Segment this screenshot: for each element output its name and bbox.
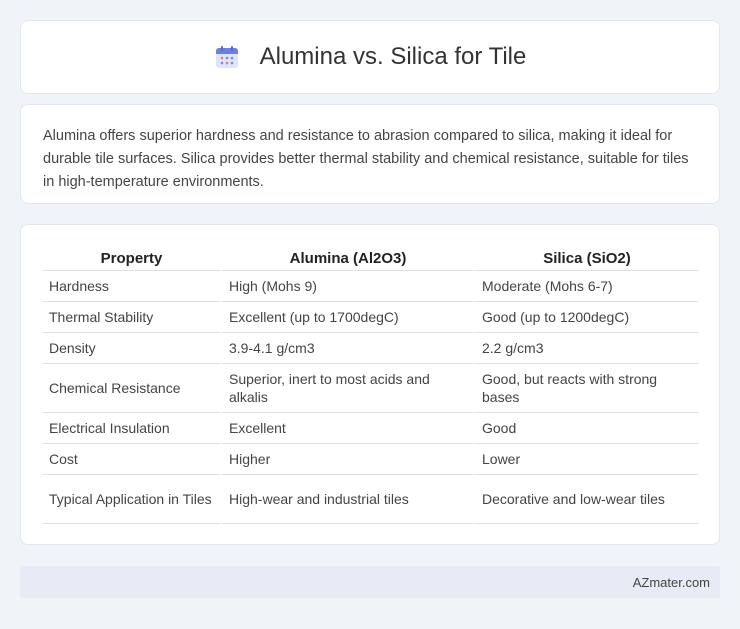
- silica-cell: Lower: [473, 444, 698, 475]
- alumina-cell: High (Mohs 9): [220, 271, 473, 302]
- silica-cell: Decorative and low-wear tiles: [473, 475, 698, 524]
- summary-card: Alumina offers superior hardness and res…: [20, 104, 720, 204]
- table-header-row: Property Alumina (Al2O3) Silica (SiO2): [43, 245, 698, 271]
- table-row: Thermal Stability Excellent (up to 1700d…: [43, 302, 698, 333]
- title-card: Alumina vs. Silica for Tile: [20, 20, 720, 94]
- alumina-cell: Higher: [220, 444, 473, 475]
- footer-source: AZmater.com: [632, 574, 710, 590]
- property-cell: Cost: [43, 444, 220, 475]
- silica-cell: Good (up to 1200degC): [473, 302, 698, 333]
- property-cell: Electrical Insulation: [43, 413, 220, 444]
- property-cell: Chemical Resistance: [43, 364, 220, 413]
- summary-text: Alumina offers superior hardness and res…: [43, 128, 689, 190]
- alumina-cell: 3.9-4.1 g/cm3: [220, 333, 473, 364]
- comparison-table: Property Alumina (Al2O3) Silica (SiO2) H…: [43, 245, 698, 524]
- silica-cell: 2.2 g/cm3: [473, 333, 698, 364]
- table-row: Density 3.9-4.1 g/cm3 2.2 g/cm3: [43, 333, 698, 364]
- alumina-cell: Excellent (up to 1700degC): [220, 302, 473, 333]
- alumina-cell: Superior, inert to most acids and alkali…: [220, 364, 473, 413]
- table-row: Typical Application in Tiles High-wear a…: [43, 475, 698, 524]
- property-cell: Thermal Stability: [43, 302, 220, 333]
- alumina-cell: Excellent: [220, 413, 473, 444]
- alumina-cell: High-wear and industrial tiles: [220, 475, 473, 524]
- silica-cell: Moderate (Mohs 6-7): [473, 271, 698, 302]
- table-row: Hardness High (Mohs 9) Moderate (Mohs 6-…: [43, 271, 698, 302]
- property-cell: Density: [43, 333, 220, 364]
- calendar-icon: [214, 44, 240, 70]
- silica-cell: Good, but reacts with strong bases: [473, 364, 698, 413]
- header-alumina: Alumina (Al2O3): [220, 245, 473, 271]
- table-row: Chemical Resistance Superior, inert to m…: [43, 364, 698, 413]
- table-card: Property Alumina (Al2O3) Silica (SiO2) H…: [20, 224, 720, 545]
- header-silica: Silica (SiO2): [473, 245, 698, 271]
- property-cell: Hardness: [43, 271, 220, 302]
- title-wrap: Alumina vs. Silica for Tile: [214, 43, 527, 71]
- table-row: Cost Higher Lower: [43, 444, 698, 475]
- footer: AZmater.com: [20, 566, 720, 598]
- table-row: Electrical Insulation Excellent Good: [43, 413, 698, 444]
- page-title: Alumina vs. Silica for Tile: [259, 43, 527, 70]
- property-cell: Typical Application in Tiles: [43, 475, 220, 524]
- header-property: Property: [43, 245, 220, 271]
- silica-cell: Good: [473, 413, 698, 444]
